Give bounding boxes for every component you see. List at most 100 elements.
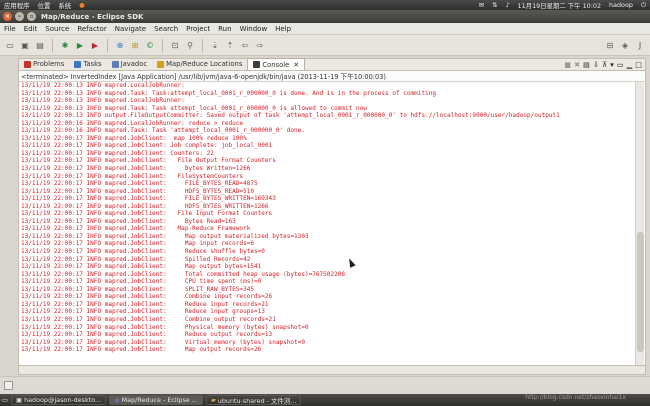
external-tools-icon[interactable]: ▶	[89, 39, 101, 51]
tab-console[interactable]: Console ✕	[247, 58, 306, 70]
console-line: 13/11/19 22:00:17 INFO mapred.JobClient:…	[21, 232, 309, 240]
console-icon	[253, 61, 261, 68]
new-java-project-icon[interactable]: ⊕	[114, 39, 126, 51]
previous-annotation-icon[interactable]: ⇡	[224, 39, 236, 51]
problems-icon	[24, 60, 31, 68]
minimize-window-button[interactable]: –	[15, 12, 24, 21]
save-icon[interactable]: ▣	[19, 39, 31, 51]
pin-console-icon[interactable]: ⊼	[602, 60, 607, 69]
console-line: 13/11/19 22:00:17 INFO mapred.JobClient:…	[21, 338, 305, 346]
console-line: 13/11/19 22:00:17 INFO mapred.JobClient:…	[21, 180, 258, 188]
user-menu[interactable]: hadoop	[605, 1, 637, 9]
display-console-icon[interactable]: ▾	[610, 60, 614, 69]
vertical-scrollbar[interactable]	[635, 82, 644, 365]
terminate-icon[interactable]: ■	[564, 60, 571, 69]
console-line: 13/11/19 22:00:16 INFO mapred.Task: Task…	[21, 127, 305, 135]
console-line: 13/11/19 22:00:17 INFO mapred.JobClient:…	[21, 240, 254, 248]
network-icon[interactable]: ⇅	[488, 1, 501, 9]
console-line: 13/11/19 22:00:17 INFO mapred.JobClient:…	[21, 278, 262, 286]
clock[interactable]: 11月19日星期二 下午 10:02	[514, 1, 605, 10]
console-line: 13/11/19 22:00:17 INFO mapred.JobClient:…	[21, 285, 254, 293]
open-console-icon[interactable]: ▭	[617, 60, 624, 69]
horizontal-scrollbar[interactable]	[18, 366, 646, 375]
console-output[interactable]: 13/11/19 22:00:13 INFO mapred.LocalJobRu…	[18, 82, 646, 366]
tab-label: Console	[262, 60, 290, 69]
places-menu[interactable]: 位置	[34, 1, 55, 10]
menu-navigate[interactable]: Navigate	[111, 25, 150, 33]
console-line: 13/11/19 22:00:17 INFO mapred.JobClient:…	[21, 323, 309, 331]
new-icon[interactable]: ▭	[4, 39, 16, 51]
clear-console-icon[interactable]: ▤	[583, 60, 590, 69]
console-line: 13/11/19 22:00:13 INFO mapred.LocalJobRu…	[21, 82, 185, 89]
menu-source[interactable]: Source	[41, 25, 73, 33]
console-line: 13/11/19 22:00:17 INFO mapred.JobClient:…	[21, 248, 265, 256]
tasks-icon	[74, 60, 82, 68]
power-icon[interactable]: ⏻	[637, 1, 650, 10]
toolbar-separator	[52, 38, 53, 52]
open-type-icon[interactable]: ⊡	[169, 39, 181, 51]
open-perspective-icon[interactable]: ⊟	[604, 39, 616, 51]
applications-menu[interactable]: 应用程序	[0, 1, 34, 10]
console-line: 13/11/19 22:00:17 INFO mapred.JobClient:…	[21, 172, 244, 180]
console-view-toolbar: ■ ✖ ▤ ⇩ ⊼ ▾ ▭ ▁ □	[564, 58, 645, 70]
menu-help[interactable]: Help	[271, 25, 295, 33]
taskbar-item-eclipse[interactable]: ◉ Map/Reduce - Eclipse ...	[109, 395, 203, 405]
scroll-lock-icon[interactable]: ⇩	[593, 60, 599, 69]
console-line: 13/11/19 22:00:13 INFO output.FileOutput…	[21, 112, 560, 120]
close-tab-icon[interactable]: ✕	[293, 61, 299, 69]
minimize-view-icon[interactable]: ▁	[627, 60, 633, 69]
terminal-icon: ▣	[16, 396, 23, 404]
maximize-window-button[interactable]: ▫	[27, 12, 36, 21]
menu-file[interactable]: File	[0, 25, 20, 33]
toolbar-separator	[107, 38, 108, 52]
menu-run[interactable]: Run	[214, 25, 235, 33]
top-panel: 应用程序 位置 系统 ● ✉ ⇅ ♪ 11月19日星期二 下午 10:02 ha…	[0, 0, 650, 10]
tab-label: Map/Reduce Locations	[166, 60, 243, 68]
console-line: 13/11/19 22:00:13 INFO mapred.Task: Task…	[21, 89, 437, 97]
console-line: 13/11/19 22:00:17 INFO mapred.JobClient:…	[21, 315, 276, 323]
panel-right: ✉ ⇅ ♪ 11月19日星期二 下午 10:02 hadoop ⏻	[475, 1, 650, 10]
next-annotation-icon[interactable]: ⇣	[209, 39, 221, 51]
console-line: 13/11/19 22:00:17 INFO mapred.JobClient:…	[21, 225, 251, 233]
volume-icon[interactable]: ♪	[501, 1, 513, 9]
tab-tasks[interactable]: Tasks	[69, 58, 106, 70]
tab-label: Javadoc	[120, 60, 148, 68]
taskbar-item-file-browser[interactable]: ▰ ubuntu-shared - 文件浏...	[205, 395, 302, 405]
console-lines: 13/11/19 22:00:13 INFO mapred.LocalJobRu…	[21, 82, 631, 354]
print-icon[interactable]: ▤	[34, 39, 46, 51]
menu-project[interactable]: Project	[182, 25, 214, 33]
forward-icon[interactable]: ⇨	[254, 39, 266, 51]
show-desktop-icon[interactable]: ▭	[2, 396, 8, 404]
taskbar-item-terminal[interactable]: ▣ hadoop@jason-deskto...	[11, 395, 107, 405]
tab-javadoc[interactable]: Javadoc	[107, 58, 153, 70]
menu-bar: File Edit Source Refactor Navigate Searc…	[0, 23, 650, 35]
new-package-icon[interactable]: ⊞	[129, 39, 141, 51]
menu-window[interactable]: Window	[236, 25, 272, 33]
remove-launch-icon[interactable]: ✖	[574, 60, 580, 69]
tab-map-reduce-locations[interactable]: Map/Reduce Locations	[152, 58, 247, 70]
close-window-button[interactable]: ×	[3, 12, 12, 21]
back-icon[interactable]: ⇦	[239, 39, 251, 51]
tab-problems[interactable]: Problems	[19, 58, 69, 70]
taskbar-item-label: Map/Reduce - Eclipse ...	[121, 396, 198, 404]
console-line: 13/11/19 22:00:17 INFO mapred.JobClient:…	[21, 202, 269, 210]
console-line: 13/11/19 22:00:16 INFO mapred.LocalJobRu…	[21, 119, 244, 127]
scrollbar-thumb[interactable]	[637, 232, 644, 352]
run-icon[interactable]: ▶	[74, 39, 86, 51]
java-perspective-icon[interactable]: J	[634, 39, 646, 51]
search-icon[interactable]: ⚲	[184, 39, 196, 51]
debug-icon[interactable]: ✱	[59, 39, 71, 51]
elephant-icon	[157, 60, 165, 68]
menu-edit[interactable]: Edit	[20, 25, 42, 33]
new-class-icon[interactable]: ©	[144, 39, 156, 51]
folder-icon: ▰	[210, 396, 216, 404]
toolbar-separator	[162, 38, 163, 52]
maximize-view-icon[interactable]: □	[635, 60, 642, 69]
menu-search[interactable]: Search	[150, 25, 182, 33]
mail-icon[interactable]: ✉	[475, 1, 488, 9]
system-menu[interactable]: 系统	[54, 1, 75, 10]
firefox-icon[interactable]: ●	[75, 1, 89, 9]
perspective-icon[interactable]: ◈	[619, 39, 631, 51]
menu-refactor[interactable]: Refactor	[73, 25, 110, 33]
console-line: 13/11/19 22:00:17 INFO mapred.JobClient:…	[21, 187, 254, 195]
